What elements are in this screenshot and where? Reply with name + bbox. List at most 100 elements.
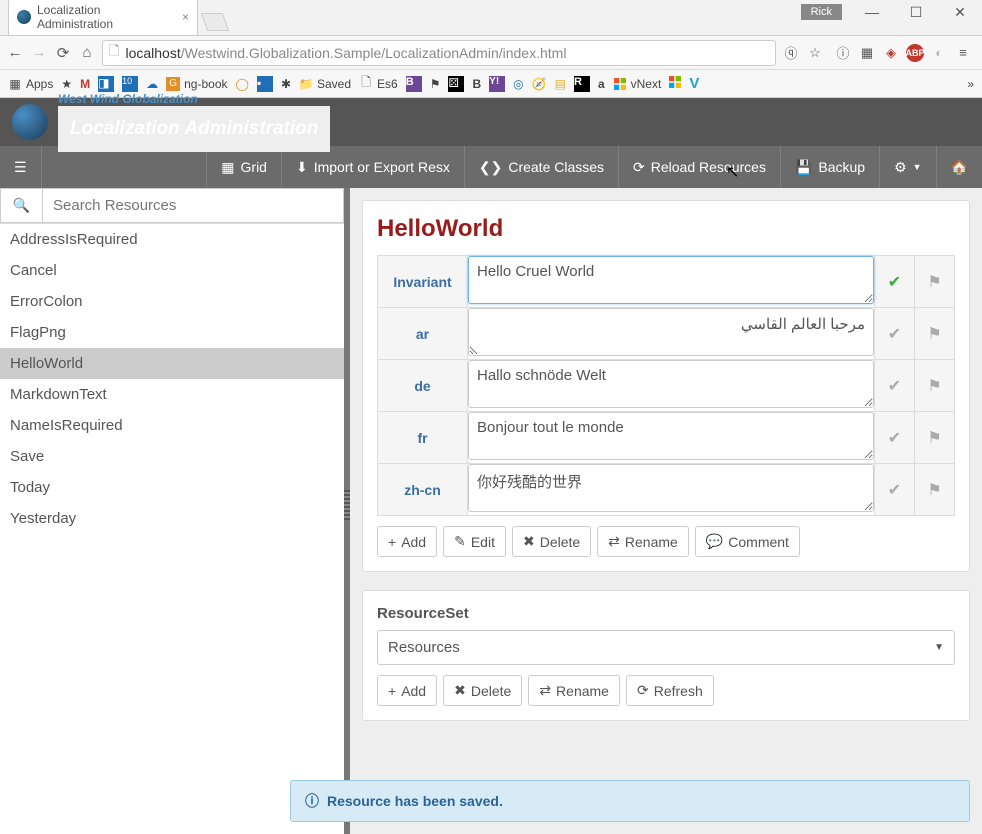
flag-translation-button[interactable]: ⚑ — [915, 308, 955, 360]
translation-input[interactable]: مرحبا العالم القاسي — [468, 308, 874, 356]
window-minimize-button[interactable]: — — [850, 0, 894, 24]
bookmark-gmail-icon[interactable]: M — [80, 77, 90, 91]
bookmark-bootstrap-icon[interactable]: B — [406, 76, 422, 92]
splitter-handle[interactable] — [344, 490, 350, 520]
ext-qr-icon[interactable]: ▦ — [858, 44, 876, 62]
comment-translation-button[interactable]: 💬Comment — [695, 526, 800, 557]
save-translation-button[interactable]: ✔ — [875, 308, 915, 360]
ext-abp-icon[interactable]: ABP — [906, 44, 924, 62]
refresh-resourceset-button[interactable]: ⟳Refresh — [626, 675, 714, 706]
bookmark-b-icon[interactable]: B — [472, 77, 481, 91]
home-button[interactable]: ⌂ — [78, 44, 96, 62]
flag-translation-button[interactable]: ⚑ — [915, 412, 955, 464]
refresh-icon: ⟳ — [633, 159, 645, 176]
bookmark-circle-icon[interactable]: ◯ — [236, 77, 249, 91]
bookmark-amazon-icon[interactable]: a — [598, 77, 605, 91]
window-close-button[interactable]: ✕ — [938, 0, 982, 24]
browser-tab[interactable]: Localization Administration × — [8, 0, 198, 35]
bookmark-note-icon[interactable]: ▤ — [555, 77, 566, 91]
resource-list-item[interactable]: ErrorColon — [0, 286, 344, 317]
window-user-badge: Rick — [801, 4, 842, 20]
bookmark-onedrive-icon[interactable]: ☁ — [146, 77, 158, 91]
translation-row: deHallo schnöde Welt✔⚑ — [378, 360, 955, 412]
apps-button[interactable]: ▦Apps — [8, 77, 53, 91]
grid-button[interactable]: ▦Grid — [206, 146, 281, 188]
translation-input[interactable]: Hello Cruel World — [468, 256, 874, 304]
resource-list-item[interactable]: MarkdownText — [0, 379, 344, 410]
bookmark-yahoo-icon[interactable]: Y! — [489, 76, 505, 92]
new-tab-button[interactable] — [201, 13, 230, 31]
bookmark-ngbook[interactable]: Gng-book — [166, 77, 227, 91]
save-translation-button[interactable]: ✔ — [875, 360, 915, 412]
bookmark-es6[interactable]: 🗋Es6 — [359, 77, 398, 91]
bookmark-calendar-icon[interactable]: 10 — [122, 76, 138, 92]
add-translation-button[interactable]: +Add — [377, 526, 437, 557]
bookmark-outlook-icon[interactable]: ◨ — [98, 76, 114, 92]
apps-icon: ▦ — [8, 77, 22, 91]
reload-resources-button[interactable]: ⟳Reload Resources — [618, 146, 780, 188]
ext-info-icon[interactable]: ⓘ — [834, 44, 852, 62]
bookmark-dice-icon[interactable]: ⚄ — [448, 76, 464, 92]
resource-list-item[interactable]: Save — [0, 441, 344, 472]
back-button[interactable]: ← — [6, 44, 24, 62]
bookmark-twitter-icon[interactable]: ▪ — [257, 76, 273, 92]
resource-list-item[interactable]: HelloWorld — [0, 348, 344, 379]
bookmark-r-icon[interactable]: R — [574, 76, 590, 92]
bookmark-saved[interactable]: 📁Saved — [299, 77, 351, 91]
translation-input[interactable]: Bonjour tout le monde — [468, 412, 874, 460]
ext-globe-icon[interactable]: ◐ — [930, 44, 948, 62]
resource-list-item[interactable]: NameIsRequired — [0, 410, 344, 441]
bookmark-safari-icon[interactable]: 🧭 — [532, 77, 547, 91]
resource-list-item[interactable]: AddressIsRequired — [0, 224, 344, 255]
reload-button[interactable]: ⟳ — [54, 44, 72, 62]
url-bar[interactable]: 🗋 localhost/Westwind.Globalization.Sampl… — [102, 40, 776, 66]
app-subtitle: West Wind Globalization — [58, 92, 330, 106]
delete-resourceset-button[interactable]: ✖Delete — [443, 675, 522, 706]
resource-list-item[interactable]: Yesterday — [0, 503, 344, 534]
search-button[interactable]: 🔍 — [0, 188, 42, 223]
toolbar-home-button[interactable]: 🏠 — [936, 146, 982, 188]
bookmark-overflow-icon[interactable]: » — [967, 77, 974, 91]
bookmark-star-icon[interactable]: ☆ — [806, 44, 824, 62]
delete-translation-button[interactable]: ✖Delete — [512, 526, 591, 557]
app-header: West Wind Globalization Localization Adm… — [0, 98, 982, 146]
settings-button[interactable]: ⚙▼ — [879, 146, 935, 188]
translation-input[interactable]: 你好残酷的世界 — [468, 464, 874, 512]
window-maximize-button[interactable]: ☐ — [894, 0, 938, 24]
search-input[interactable] — [42, 188, 344, 223]
resource-list-item[interactable]: Today — [0, 472, 344, 503]
info-icon: ⓘ — [305, 791, 319, 811]
forward-button[interactable]: → — [30, 44, 48, 62]
bookmark-vnext[interactable]: vNext — [613, 77, 662, 91]
rename-resourceset-button[interactable]: ⇄Rename — [528, 675, 620, 706]
reader-icon[interactable]: ⓠ — [782, 44, 800, 62]
save-translation-button[interactable]: ✔ — [875, 464, 915, 516]
resource-list-item[interactable]: Cancel — [0, 255, 344, 286]
backup-button[interactable]: 💾Backup — [780, 146, 879, 188]
save-translation-button[interactable]: ✔ — [875, 412, 915, 464]
browser-menu-icon[interactable]: ≡ — [954, 44, 972, 62]
import-export-button[interactable]: ⬇Import or Export Resx — [281, 146, 464, 188]
save-translation-button[interactable]: ✔ — [875, 256, 915, 308]
bookmark-star-icon[interactable]: ★ — [61, 77, 72, 91]
ext-angular-icon[interactable]: ◈ — [882, 44, 900, 62]
translation-input[interactable]: Hallo schnöde Welt — [468, 360, 874, 408]
flag-translation-button[interactable]: ⚑ — [915, 464, 955, 516]
bookmark-slack-icon[interactable]: ✱ — [281, 77, 291, 91]
flag-translation-button[interactable]: ⚑ — [915, 360, 955, 412]
hamburger-button[interactable]: ☰ — [0, 146, 42, 188]
create-classes-button[interactable]: ❮❯Create Classes — [464, 146, 618, 188]
flag-translation-button[interactable]: ⚑ — [915, 256, 955, 308]
add-resourceset-button[interactable]: +Add — [377, 675, 437, 706]
rename-translation-button[interactable]: ⇄Rename — [597, 526, 689, 557]
resource-list-item[interactable]: FlagPng — [0, 317, 344, 348]
bookmark-flag-icon[interactable]: ⚑ — [430, 77, 441, 91]
tab-close-icon[interactable]: × — [182, 10, 189, 24]
save-icon: 💾 — [795, 159, 812, 176]
resourceset-select[interactable]: Resources ▼ — [377, 630, 955, 665]
bookmark-ms-icon-2[interactable] — [669, 76, 681, 91]
bookmark-search-icon[interactable]: ◎ — [513, 77, 523, 91]
bookmark-v-icon[interactable]: V — [689, 75, 699, 92]
edit-translation-button[interactable]: ✎Edit — [443, 526, 506, 557]
app-toolbar: ☰ ▦Grid ⬇Import or Export Resx ❮❯Create … — [0, 146, 982, 188]
